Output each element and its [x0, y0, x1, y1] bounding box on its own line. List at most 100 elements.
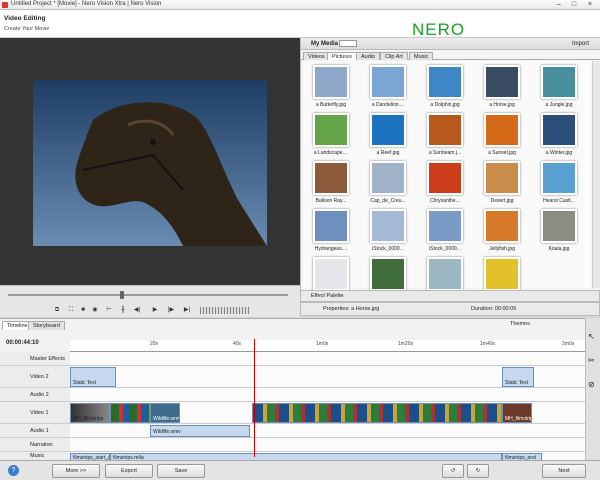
- media-item[interactable]: Chrysanthe...: [419, 159, 471, 209]
- playback-slider-thumb[interactable]: [120, 291, 124, 299]
- video-clip[interactable]: Wildlife.wmv: [150, 403, 180, 423]
- delete-tool-icon[interactable]: ⊘: [588, 380, 595, 389]
- redo-button[interactable]: ↻: [467, 464, 489, 478]
- tab-audio[interactable]: Audio: [356, 52, 381, 60]
- media-item-label: Balloon Ray...: [315, 198, 347, 204]
- track-audio-2[interactable]: Audio 2: [0, 388, 70, 402]
- media-item[interactable]: a Dolphin.jpg: [419, 63, 471, 113]
- media-item[interactable]: a Reef.jpg: [362, 111, 414, 161]
- media-thumbnail: [313, 113, 349, 147]
- nero-logo: NERO: [412, 20, 466, 39]
- page-title: Video Editing: [4, 15, 46, 22]
- media-item[interactable]: a Winter.jpg: [533, 111, 585, 161]
- media-item[interactable]: iStock_0000...: [419, 207, 471, 257]
- view-toggle[interactable]: [339, 40, 357, 47]
- tab-videos[interactable]: Videos: [303, 52, 330, 60]
- end-button[interactable]: ▶|: [182, 306, 192, 315]
- track-master-effects[interactable]: Master Effects: [0, 352, 70, 366]
- split-tool-icon[interactable]: ✂: [588, 356, 595, 365]
- video-clip[interactable]: [252, 403, 502, 423]
- media-item[interactable]: iStock_0000...: [362, 207, 414, 257]
- tab-clip-art[interactable]: Clip Art: [380, 52, 408, 60]
- media-thumbnail: [541, 209, 577, 243]
- snapshot-icon[interactable]: ⧉: [52, 306, 62, 315]
- media-thumbnail: [427, 209, 463, 243]
- video-clip[interactable]: [110, 403, 150, 423]
- help-icon[interactable]: ?: [8, 465, 19, 476]
- media-item-label: a Dolphin.jpg: [430, 102, 460, 108]
- track-video-1[interactable]: Video 1: [0, 402, 70, 424]
- static-text-clip[interactable]: Static Text: [70, 367, 116, 387]
- themes-button[interactable]: Themes: [510, 321, 530, 327]
- media-item[interactable]: Balloon Ray...: [305, 159, 357, 209]
- media-thumbnail: [313, 65, 349, 99]
- media-thumbnail: [427, 113, 463, 147]
- media-thumbnail: [427, 257, 463, 291]
- media-item[interactable]: Cap_de_Creu...: [362, 159, 414, 209]
- static-text-clip[interactable]: Static Text: [502, 367, 534, 387]
- media-thumbnail: [427, 65, 463, 99]
- media-item[interactable]: Hearst Castl...: [533, 159, 585, 209]
- playback-slider[interactable]: [8, 294, 288, 296]
- media-item[interactable]: a Dandelion....: [362, 63, 414, 113]
- undo-button[interactable]: ↺: [442, 464, 464, 478]
- media-item[interactable]: Desert.jpg: [476, 159, 528, 209]
- media-item[interactable]: a Horse.jpg: [476, 63, 528, 113]
- media-item-label: Cap_de_Creu...: [370, 198, 406, 204]
- media-item[interactable]: a Butterfly.jpg: [305, 63, 357, 113]
- media-thumbnail: [484, 161, 520, 195]
- media-thumbnail: [313, 209, 349, 243]
- effect-palette[interactable]: Effect Palette: [300, 290, 600, 302]
- split-icon[interactable]: ╫: [118, 306, 128, 315]
- import-button[interactable]: Import: [572, 41, 589, 47]
- more-button[interactable]: More >>: [52, 464, 100, 478]
- media-item[interactable]: a Sunbeam.j...: [419, 111, 471, 161]
- previous-frame-button[interactable]: ◀|: [132, 306, 142, 315]
- video-clip[interactable]: MH_filmstrips: [70, 403, 110, 423]
- media-thumbnail: [484, 113, 520, 147]
- next-button[interactable]: Next: [542, 464, 586, 478]
- tab-pictures[interactable]: Pictures: [327, 52, 357, 60]
- media-item[interactable]: a Jungle.jpg: [533, 63, 585, 113]
- fullscreen-icon[interactable]: ⛶: [66, 306, 76, 315]
- track-audio-1[interactable]: Audio 1: [0, 424, 70, 438]
- export-button[interactable]: Export: [105, 464, 153, 478]
- media-item-label: iStock_0000...: [429, 246, 461, 252]
- track-narration[interactable]: Narration: [0, 438, 70, 452]
- close-button[interactable]: ×: [583, 1, 597, 9]
- next-frame-button[interactable]: |▶: [166, 306, 176, 315]
- media-item-label: a Jungle.jpg: [545, 102, 573, 108]
- media-item[interactable]: a Sunset.jpg: [476, 111, 528, 161]
- lane-audio-2: [70, 388, 585, 402]
- stop-button[interactable]: ■: [78, 306, 88, 315]
- audio-clip[interactable]: Wildlife.wmv: [150, 425, 250, 437]
- select-tool-icon[interactable]: ↖: [588, 332, 595, 341]
- ruler-tick: 1m0s: [316, 341, 329, 347]
- media-item-label: Koala.jpg: [548, 246, 570, 252]
- media-scrollbar[interactable]: [592, 61, 600, 288]
- media-item-label: Desert.jpg: [490, 198, 514, 204]
- tab-storyboard[interactable]: Storyboard: [28, 321, 65, 330]
- save-button[interactable]: Save: [157, 464, 205, 478]
- transport-bar: ⧉ ⛶ ■ ◉ ⊢ ╫ ◀| ▶ |▶ ▶|: [0, 285, 300, 317]
- app-icon: [2, 2, 8, 8]
- video-clip[interactable]: MH_filmstrips: [502, 403, 532, 423]
- minimize-button[interactable]: –: [552, 1, 566, 9]
- media-thumbnail: [313, 161, 349, 195]
- play-button[interactable]: ▶: [150, 306, 160, 315]
- set-marker-icon[interactable]: ⊢: [104, 306, 114, 315]
- track-video-2[interactable]: Video 2: [0, 366, 70, 388]
- media-item[interactable]: Jellyfish.jpg: [476, 207, 528, 257]
- media-item[interactable]: Koala.jpg: [533, 207, 585, 257]
- maximize-button[interactable]: □: [567, 1, 581, 9]
- media-item[interactable]: a Landscape....: [305, 111, 357, 161]
- camera-icon[interactable]: ◉: [90, 306, 100, 315]
- lane-audio-1: Wildlife.wmv: [70, 424, 585, 438]
- playhead[interactable]: [254, 339, 255, 457]
- media-item[interactable]: Hydrangeas....: [305, 207, 357, 257]
- properties-label: Properties: a Horse.jpg: [323, 306, 380, 312]
- bottom-bar: ? More >> Export Save ↺ ↻ Next: [0, 460, 600, 480]
- media-item-label: a Horse.jpg: [489, 102, 515, 108]
- media-item-label: Jellyfish.jpg: [489, 246, 515, 252]
- tab-music[interactable]: Music: [409, 52, 434, 60]
